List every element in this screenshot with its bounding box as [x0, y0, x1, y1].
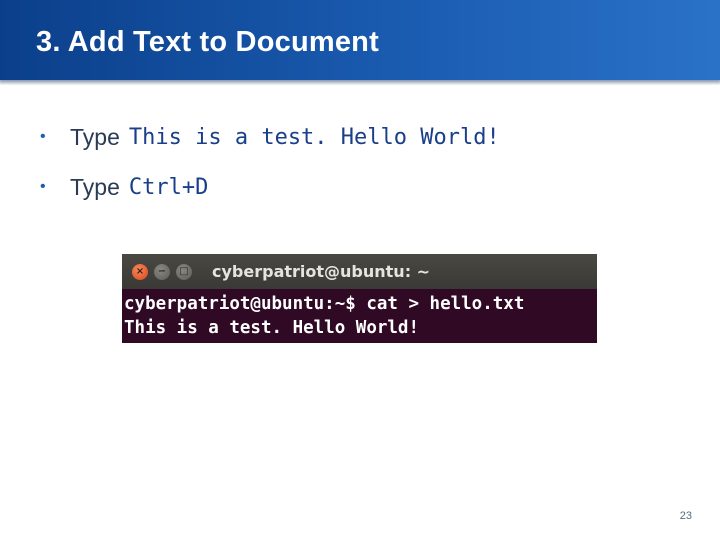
terminal-output-line: This is a test. Hello World! — [124, 318, 420, 338]
title-bar: 3. Add Text to Document — [0, 0, 720, 85]
terminal-body[interactable]: cyberpatriot@ubuntu:~$ cat > hello.txt T… — [122, 289, 597, 340]
terminal-command-line: cyberpatriot@ubuntu:~$ cat > hello.txt — [124, 294, 525, 314]
bullet-label: Type — [70, 173, 120, 200]
bullet-list: • Type This is a test. Hello World! • Ty… — [40, 112, 500, 212]
bullet-dot-icon: • — [40, 178, 46, 195]
bullet-dot-icon: • — [40, 128, 46, 145]
terminal-title-bar[interactable]: × − □ cyberpatriot@ubuntu: ~ — [122, 254, 597, 289]
close-icon[interactable]: × — [132, 263, 148, 280]
slide-title: 3. Add Text to Document — [36, 26, 379, 58]
bullet-label: Type — [70, 123, 120, 150]
bullet-code-text: This is a test. Hello World! — [128, 124, 500, 150]
page-number: 23 — [679, 510, 692, 522]
bullet-code-shortcut: Ctrl+D — [128, 174, 209, 200]
bullet-item-type-ctrl-d: • Type Ctrl+D — [40, 162, 500, 212]
terminal-window-title: cyberpatriot@ubuntu: ~ — [212, 262, 431, 281]
maximize-icon[interactable]: □ — [176, 263, 192, 280]
bullet-item-type-text: • Type This is a test. Hello World! — [40, 112, 500, 162]
minimize-icon[interactable]: − — [154, 263, 170, 280]
terminal-window[interactable]: × − □ cyberpatriot@ubuntu: ~ cyberpatrio… — [122, 254, 597, 343]
